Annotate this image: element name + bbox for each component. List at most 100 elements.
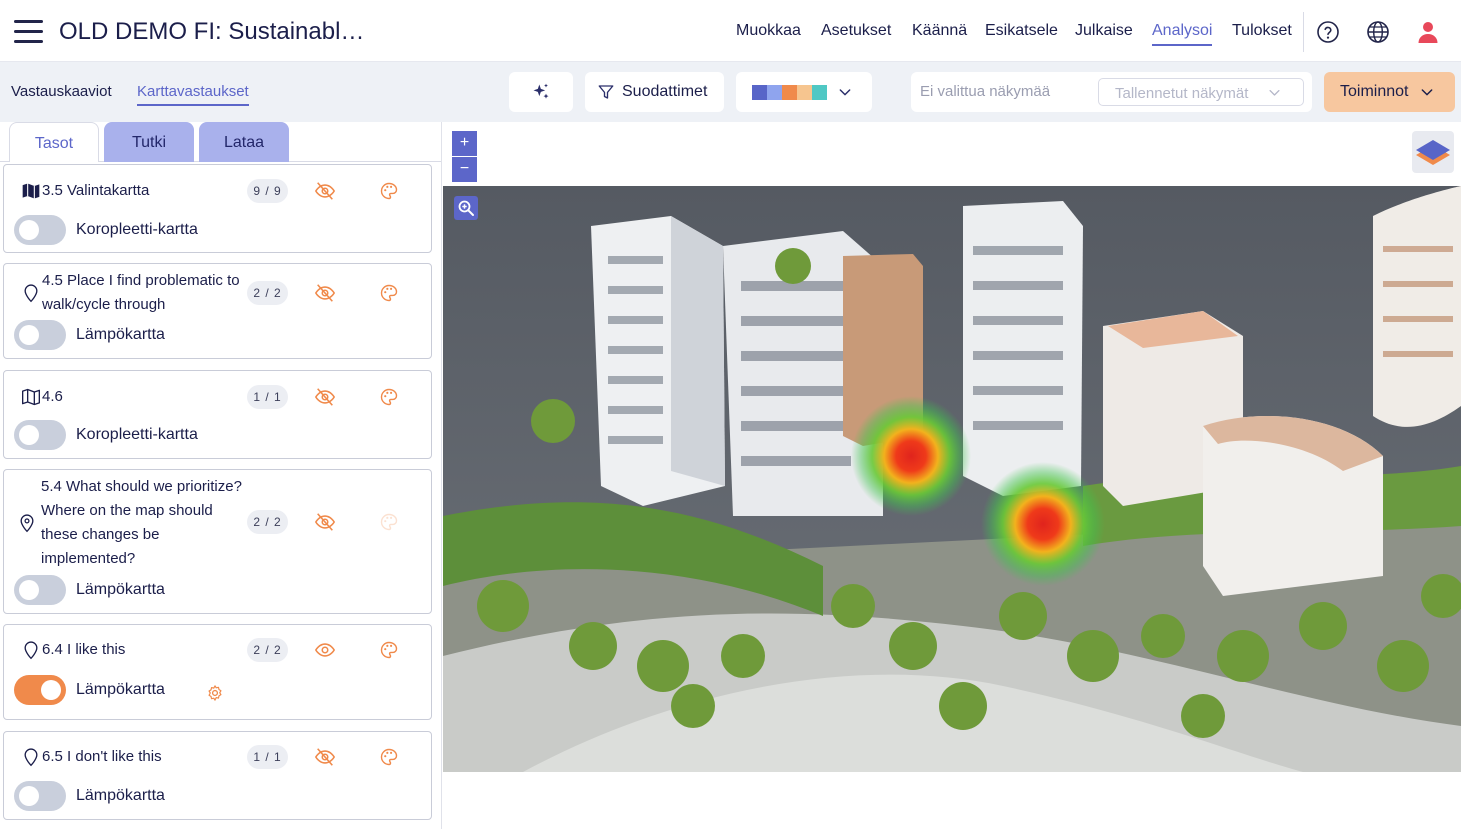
palette-swatch bbox=[782, 84, 797, 100]
color-palette-select[interactable] bbox=[736, 72, 872, 112]
ai-assistant-button[interactable] bbox=[509, 72, 573, 112]
subtab-karttavastaukset[interactable]: Karttavastaukset bbox=[137, 83, 249, 106]
layers-stack-icon bbox=[1416, 140, 1450, 165]
tab-lataa[interactable]: Lataa bbox=[199, 122, 289, 162]
chevron-down-icon bbox=[1421, 89, 1433, 96]
eye-icon[interactable] bbox=[314, 639, 336, 661]
palette-swatch bbox=[752, 84, 767, 100]
eye-off-icon[interactable] bbox=[314, 746, 336, 768]
eye-off-icon[interactable] bbox=[314, 180, 336, 202]
tab-tutki[interactable]: Tutki bbox=[104, 122, 194, 162]
layer-type-label: Lämpökartta bbox=[76, 681, 165, 698]
layer-title: 3.5 Valintakartta bbox=[42, 182, 150, 199]
map-raster-image bbox=[443, 186, 1461, 772]
layer-card: 4.6 1 / 1 Koropleetti-kartta bbox=[3, 370, 432, 459]
saved-views-label: Tallennetut näkymät bbox=[1115, 85, 1249, 102]
analysis-toolbar: Vastauskaaviot Karttavastaukset Suodatti… bbox=[0, 62, 1461, 122]
filters-label: Suodattimet bbox=[622, 83, 708, 100]
view-placeholder: Ei valittua näkymää bbox=[920, 83, 1051, 100]
view-selector[interactable]: Ei valittua näkymää Tallennetut näkymät bbox=[911, 72, 1312, 112]
actions-button[interactable]: Toiminnot bbox=[1324, 72, 1455, 112]
nav-tulokset[interactable]: Tulokset bbox=[1232, 22, 1292, 40]
layer-visibility-toggle[interactable] bbox=[14, 320, 66, 350]
eye-off-icon[interactable] bbox=[314, 386, 336, 408]
layer-type-label: Lämpökartta bbox=[76, 787, 165, 804]
location-pin-icon bbox=[24, 641, 38, 660]
saved-views-dropdown[interactable]: Tallennetut näkymät bbox=[1098, 78, 1304, 106]
magnify-icon bbox=[458, 200, 474, 216]
layer-visibility-toggle[interactable] bbox=[14, 675, 66, 705]
app-root: OLD DEMO FI: Sustainabl… Muokkaa Asetuks… bbox=[0, 0, 1461, 829]
layer-card: 4.5 Place I find problematic to walk/cyc… bbox=[3, 263, 432, 359]
layer-count-badge: 2 / 2 bbox=[247, 510, 288, 534]
actions-label: Toiminnot bbox=[1340, 83, 1409, 100]
layer-type-label: Lämpökartta bbox=[76, 581, 165, 598]
inspect-zoom-button[interactable] bbox=[454, 196, 478, 220]
layer-count-badge: 1 / 1 bbox=[247, 745, 288, 769]
layer-count-badge: 9 / 9 bbox=[247, 179, 288, 203]
language-globe-icon[interactable] bbox=[1366, 20, 1390, 44]
nav-esikatsele[interactable]: Esikatsele bbox=[985, 22, 1058, 40]
nav-analysoi[interactable]: Analysoi bbox=[1152, 22, 1213, 46]
map-outline-icon bbox=[22, 388, 40, 406]
layer-title: 6.4 I like this bbox=[42, 641, 126, 658]
layer-title: 6.5 I don't like this bbox=[42, 748, 162, 765]
zoom-in-button[interactable]: + bbox=[452, 131, 477, 156]
map-view[interactable]: + − bbox=[443, 122, 1461, 829]
tab-tasot[interactable]: Tasot bbox=[9, 122, 99, 162]
layer-title: 5.4 What should we prioritize? Where on … bbox=[41, 478, 242, 567]
filter-icon bbox=[598, 85, 614, 99]
layer-title: 4.5 Place I find problematic to walk/cyc… bbox=[42, 272, 240, 313]
palette-swatch bbox=[797, 84, 812, 100]
layer-visibility-toggle[interactable] bbox=[14, 781, 66, 811]
palette-icon[interactable] bbox=[379, 747, 399, 767]
location-pin-icon bbox=[24, 748, 38, 767]
layer-type-label: Koropleetti-kartta bbox=[76, 221, 198, 238]
zoom-out-button[interactable]: − bbox=[452, 157, 477, 182]
palette-icon[interactable] bbox=[379, 387, 399, 407]
map-filled-icon bbox=[22, 183, 40, 199]
chevron-down-icon bbox=[1269, 90, 1280, 96]
filters-button[interactable]: Suodattimet bbox=[585, 72, 724, 112]
top-bar: OLD DEMO FI: Sustainabl… Muokkaa Asetuks… bbox=[0, 0, 1461, 62]
subtab-vastauskaaviot[interactable]: Vastauskaaviot bbox=[11, 83, 112, 100]
nav-muokkaa[interactable]: Muokkaa bbox=[736, 22, 801, 40]
help-icon[interactable] bbox=[1316, 20, 1340, 44]
layer-visibility-toggle[interactable] bbox=[14, 575, 66, 605]
user-account-icon[interactable] bbox=[1416, 20, 1440, 44]
palette-swatch bbox=[812, 84, 827, 100]
layer-visibility-toggle[interactable] bbox=[14, 215, 66, 245]
chevron-down-icon bbox=[839, 89, 851, 96]
map-layers-button[interactable] bbox=[1412, 131, 1454, 173]
palette-icon[interactable] bbox=[379, 283, 399, 303]
menu-icon[interactable] bbox=[14, 20, 44, 44]
palette-swatch bbox=[767, 84, 782, 100]
location-pin-icon bbox=[24, 284, 38, 303]
layer-type-label: Lämpökartta bbox=[76, 326, 165, 343]
palette-swatches bbox=[752, 84, 827, 100]
layer-type-label: Koropleetti-kartta bbox=[76, 426, 198, 443]
layer-card: 6.4 I like this 2 / 2 Lämpökartta bbox=[3, 624, 432, 720]
survey-title: OLD DEMO FI: Sustainabl… bbox=[59, 18, 365, 45]
nav-asetukset[interactable]: Asetukset bbox=[821, 22, 891, 40]
nav-julkaise[interactable]: Julkaise bbox=[1075, 22, 1133, 40]
layer-card: 6.5 I don't like this 1 / 1 Lämpökartta bbox=[3, 731, 432, 820]
layer-title: 4.6 bbox=[42, 388, 63, 405]
layers-panel: Tasot Tutki Lataa 3.5 Valintakartta 9 / … bbox=[0, 122, 442, 829]
layer-card: 5.4 What should we prioritize? Where on … bbox=[3, 469, 432, 614]
layer-count-badge: 1 / 1 bbox=[247, 385, 288, 409]
palette-icon[interactable] bbox=[379, 512, 399, 532]
eye-off-icon[interactable] bbox=[314, 511, 336, 533]
palette-icon[interactable] bbox=[379, 181, 399, 201]
eye-off-icon[interactable] bbox=[314, 282, 336, 304]
layer-count-badge: 2 / 2 bbox=[247, 281, 288, 305]
layer-visibility-toggle[interactable] bbox=[14, 420, 66, 450]
palette-icon[interactable] bbox=[379, 640, 399, 660]
nav-kaanna[interactable]: Käännä bbox=[912, 22, 967, 40]
sparkles-icon bbox=[533, 83, 549, 99]
layer-card: 3.5 Valintakartta 9 / 9 Koropleetti-kart… bbox=[3, 164, 432, 253]
location-pin-icon bbox=[20, 514, 34, 533]
gear-icon[interactable] bbox=[206, 684, 224, 702]
layer-count-badge: 2 / 2 bbox=[247, 638, 288, 662]
nav-divider bbox=[1303, 12, 1304, 52]
